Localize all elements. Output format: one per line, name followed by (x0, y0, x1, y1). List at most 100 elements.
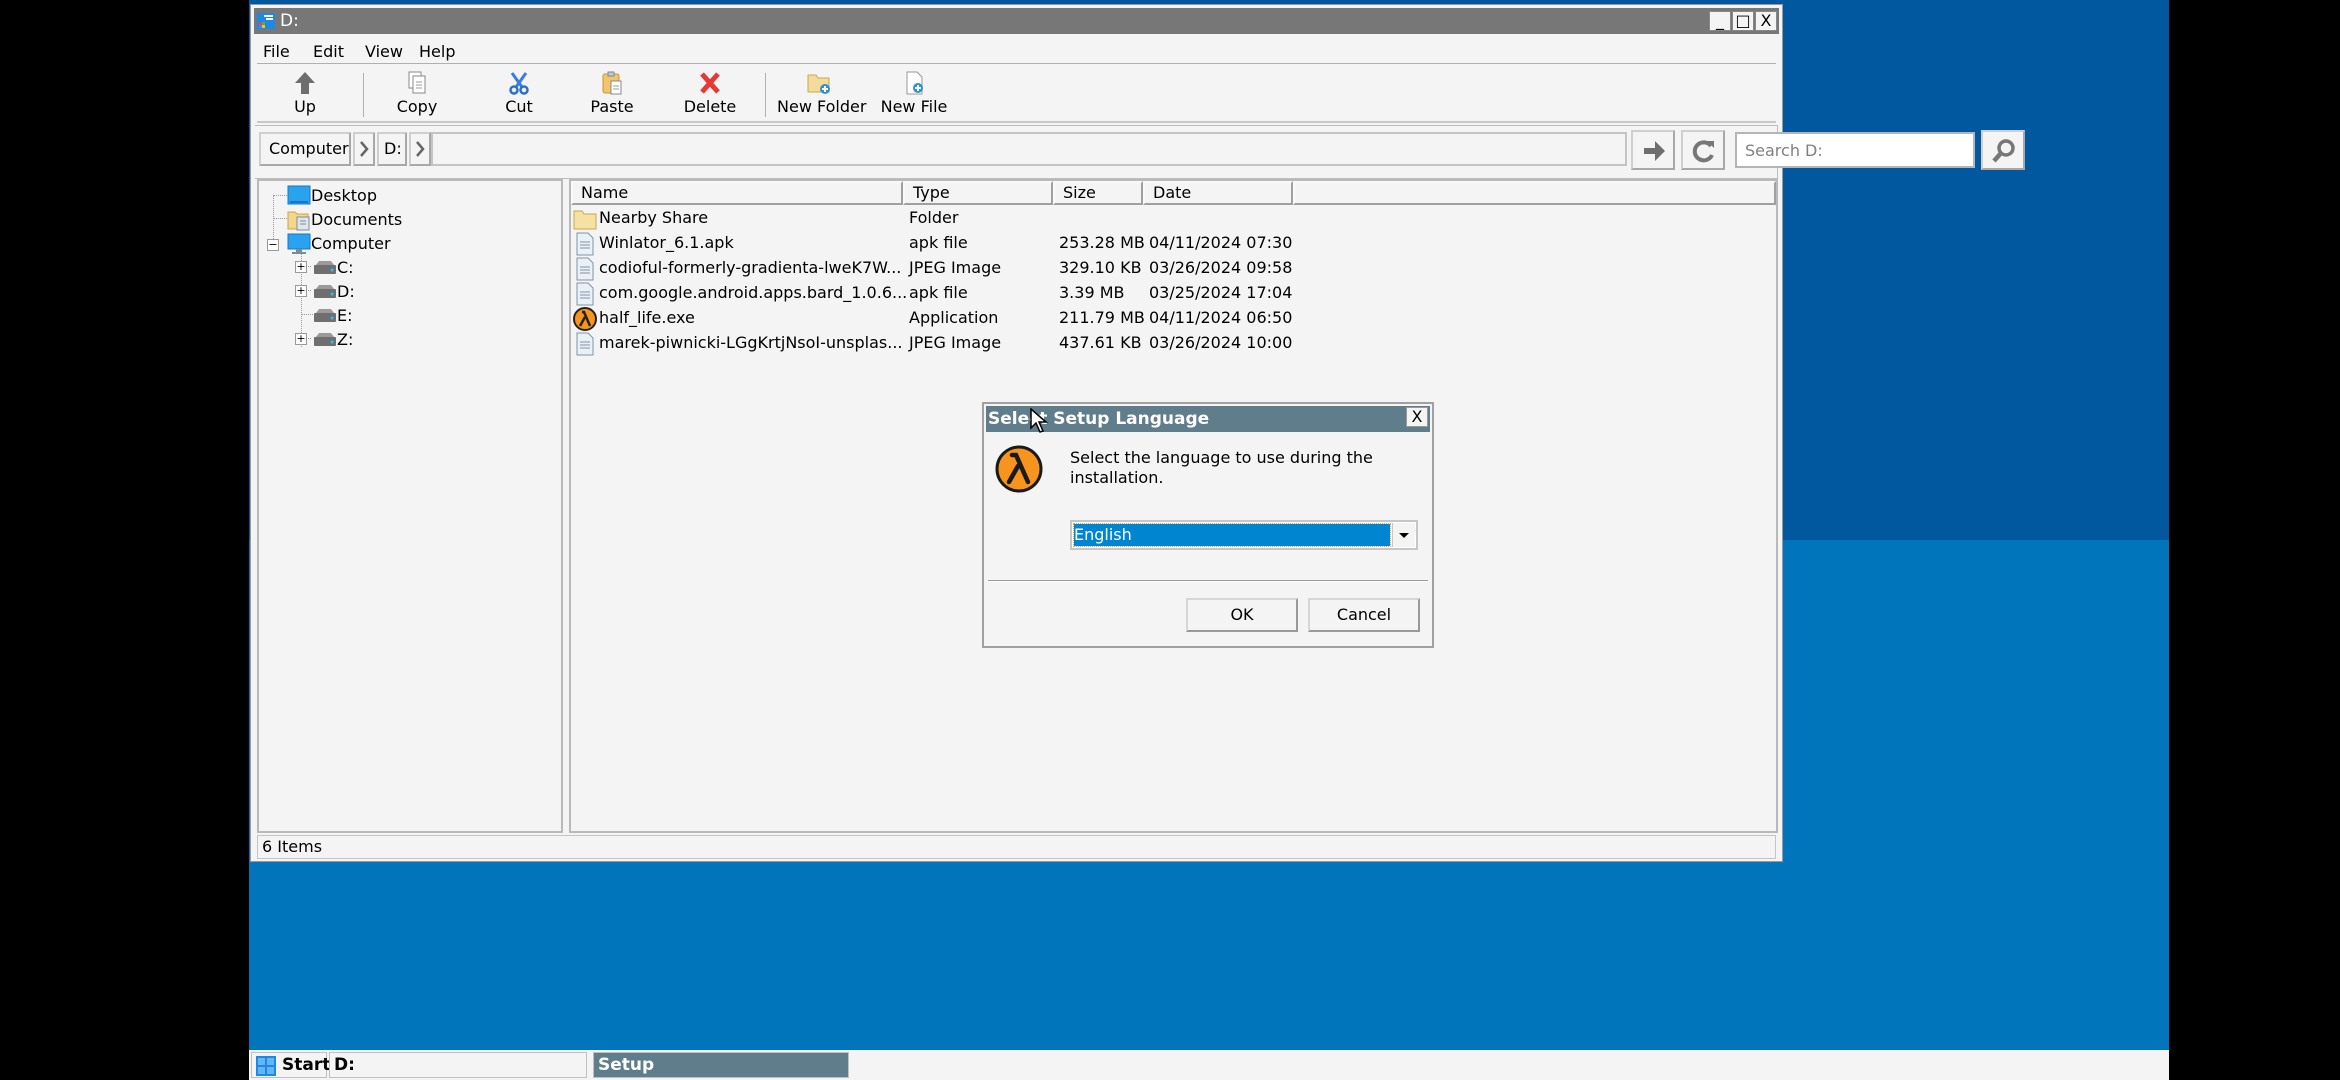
search-icon (1992, 139, 2015, 163)
file-row[interactable]: codioful-formerly-gradienta-lweK7W... JP… (573, 256, 1773, 281)
collapse-computer-toggle[interactable]: − (267, 239, 279, 251)
setup-language-dialog: Select Setup Language X Select the langu… (982, 402, 1434, 648)
column-header-size[interactable]: Size (1053, 181, 1143, 205)
file-type: Folder (909, 208, 959, 227)
document-icon (576, 332, 594, 356)
breadcrumb-d[interactable]: D: (377, 132, 407, 166)
file-size: 211.79 MB (1059, 308, 1145, 327)
dialog-separator (988, 580, 1428, 582)
paste-button[interactable]: Paste (577, 65, 647, 121)
delete-button[interactable]: Delete (673, 65, 747, 121)
file-date: 04/11/2024 07:30 (1149, 233, 1293, 252)
taskbar-item-d[interactable]: D: (329, 1052, 587, 1078)
drive-icon (314, 261, 336, 274)
folder-tree: Desktop Documents − Computer + C: + D: E… (257, 179, 563, 833)
column-header-name[interactable]: Name (571, 181, 903, 205)
menu-edit[interactable]: Edit (313, 42, 344, 61)
folder-icon (573, 210, 597, 230)
language-select[interactable]: English (1070, 520, 1418, 550)
refresh-button[interactable] (1681, 130, 1725, 170)
file-name: half_life.exe (599, 308, 695, 327)
dialog-message: Select the language to use during the in… (1070, 448, 1373, 487)
go-button[interactable] (1631, 130, 1675, 170)
document-icon (576, 232, 594, 256)
cut-button[interactable]: Cut (489, 65, 549, 121)
tree-label: Z: (337, 330, 354, 349)
delete-x-icon (700, 72, 720, 94)
column-header-date[interactable]: Date (1143, 181, 1293, 205)
address-bar: Computer D: (255, 125, 2025, 179)
expand-c-toggle[interactable]: + (295, 261, 307, 273)
breadcrumb-computer[interactable]: Computer (259, 132, 351, 166)
dialog-close-button[interactable]: X (1406, 407, 1428, 427)
new-folder-button[interactable]: New Folder (777, 65, 866, 121)
taskbar-item-setup[interactable]: Setup (593, 1052, 849, 1078)
file-size: 437.61 KB (1059, 333, 1142, 352)
copy-label: Copy (396, 97, 438, 116)
breadcrumb-chevron-icon[interactable] (409, 132, 431, 166)
drive-icon (314, 333, 336, 346)
column-header-filler (1293, 181, 1776, 205)
start-button[interactable]: Start (251, 1052, 330, 1078)
expand-d-toggle[interactable]: + (295, 285, 307, 297)
tree-label: E: (337, 306, 353, 325)
close-button[interactable]: X (1755, 11, 1777, 31)
file-type: JPEG Image (909, 258, 1002, 277)
file-type: apk file (909, 233, 968, 252)
refresh-icon (1692, 140, 1714, 163)
breadcrumb-chevron-icon[interactable] (353, 132, 375, 166)
file-name: Winlator_6.1.apk (599, 233, 734, 252)
address-field[interactable] (431, 132, 1627, 166)
search-button[interactable] (1981, 130, 2025, 170)
start-logo-icon (256, 1056, 276, 1076)
menu-view[interactable]: View (365, 42, 403, 61)
arrow-up-icon (295, 72, 315, 94)
new-file-icon (906, 71, 923, 95)
search-input[interactable] (1737, 134, 1973, 166)
arrow-right-icon (1644, 141, 1665, 161)
taskbar: Start D: Setup (249, 1050, 2169, 1080)
dropdown-arrow-icon[interactable] (1392, 523, 1415, 547)
expand-z-toggle[interactable]: + (295, 333, 307, 345)
file-size: 329.10 KB (1059, 258, 1142, 277)
file-row[interactable]: Nearby Share Folder (573, 206, 1773, 231)
file-row[interactable]: Winlator_6.1.apk apk file 253.28 MB 04/1… (573, 231, 1773, 256)
computer-icon (287, 233, 311, 254)
file-manager-app-icon (257, 13, 275, 29)
half-life-lambda-icon (995, 445, 1043, 493)
up-button[interactable]: Up (277, 65, 333, 121)
maximize-button[interactable]: □ (1732, 11, 1754, 31)
tree-label: D: (337, 282, 355, 301)
dialog-titlebar[interactable]: Select Setup Language (986, 406, 1430, 432)
file-row[interactable]: com.google.android.apps.bard_1.0.6... ap… (573, 281, 1773, 306)
file-date: 04/11/2024 06:50 (1149, 308, 1293, 327)
search-box[interactable] (1735, 132, 1975, 168)
file-type: JPEG Image (909, 333, 1002, 352)
mouse-cursor-icon (1030, 408, 1048, 433)
tree-label: Documents (311, 210, 403, 229)
file-date: 03/26/2024 10:00 (1149, 333, 1293, 352)
language-selected-value: English (1073, 523, 1391, 547)
tree-label: C: (337, 258, 354, 277)
toolbar-separator (363, 73, 364, 117)
file-name: marek-piwnicki-LGgKrtjNsoI-unsplas... (599, 333, 903, 352)
column-header-type[interactable]: Type (903, 181, 1053, 205)
minimize-button[interactable]: _ (1709, 11, 1731, 31)
file-type: apk file (909, 283, 968, 302)
file-row[interactable]: half_life.exe Application 211.79 MB 04/1… (573, 306, 1773, 331)
copy-button[interactable]: Copy (383, 65, 451, 121)
cut-label: Cut (505, 97, 533, 116)
file-size: 3.39 MB (1059, 283, 1125, 302)
menu-file[interactable]: File (263, 42, 290, 61)
window-titlebar[interactable]: D: _ □ X (254, 8, 1779, 34)
file-date: 03/26/2024 09:58 (1149, 258, 1293, 277)
file-row[interactable]: marek-piwnicki-LGgKrtjNsoI-unsplas... JP… (573, 331, 1773, 356)
cancel-button[interactable]: Cancel (1308, 598, 1420, 632)
window-title: D: (280, 11, 299, 31)
desktop-icon (287, 185, 311, 205)
ok-button[interactable]: OK (1186, 598, 1298, 632)
new-file-button[interactable]: New File (879, 65, 949, 121)
file-type: Application (909, 308, 999, 327)
file-date: 03/25/2024 17:04 (1149, 283, 1293, 302)
menu-help[interactable]: Help (419, 42, 455, 61)
